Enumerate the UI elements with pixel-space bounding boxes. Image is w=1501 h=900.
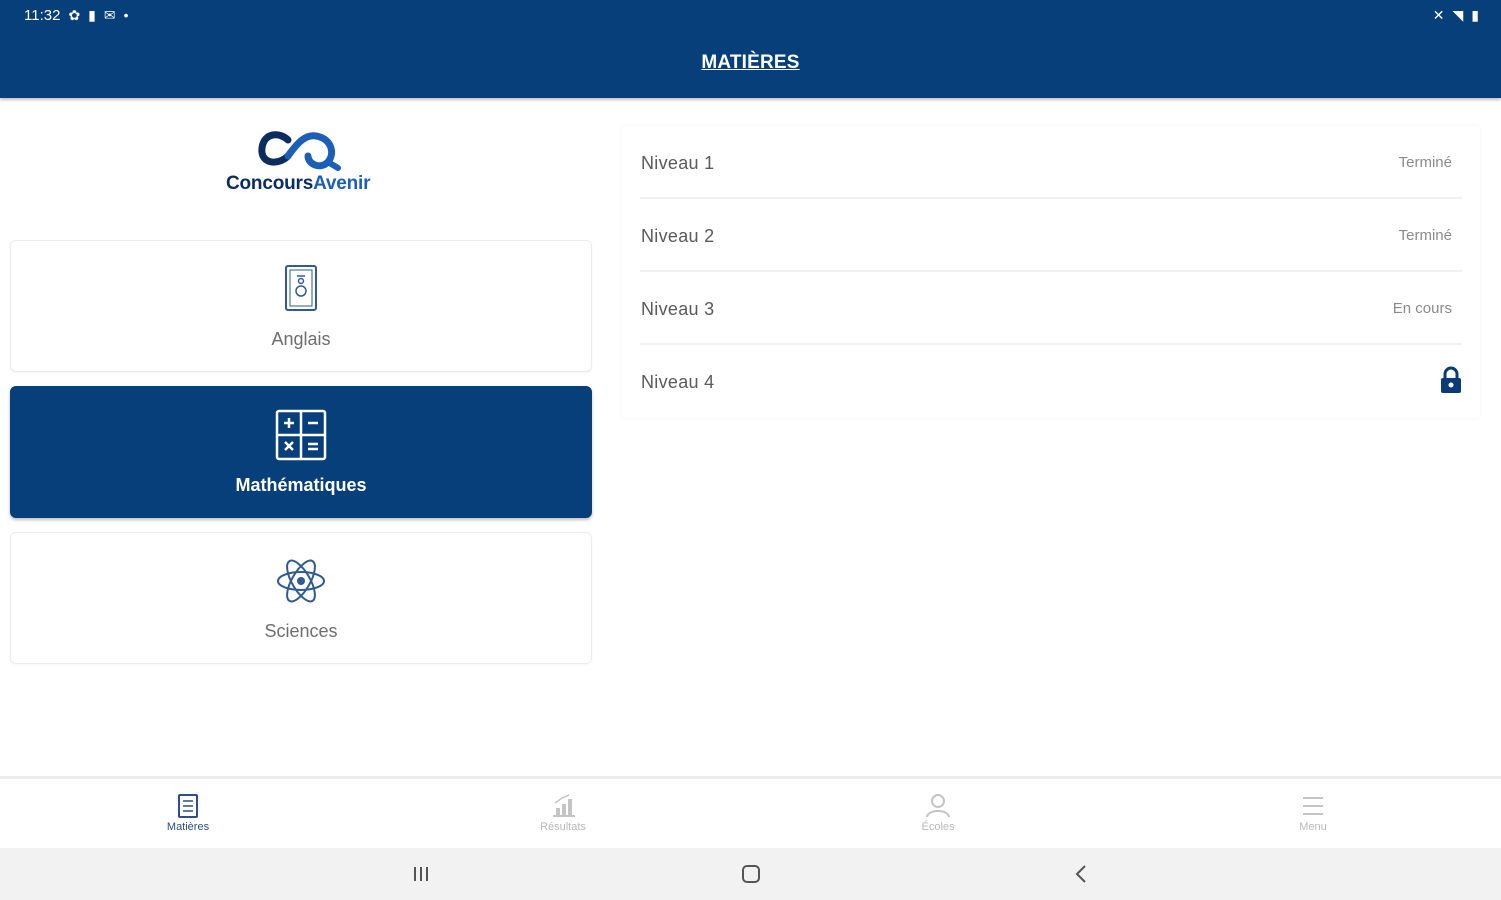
settings-icon: ✿	[68, 7, 81, 23]
lock-icon	[1441, 366, 1461, 393]
status-bar-left: 11:32 ✿ ▮ ✉ •	[24, 6, 129, 24]
subject-card-anglais[interactable]: Anglais	[10, 240, 592, 372]
level-status: Terminé	[1398, 227, 1452, 244]
nav-label: Matières	[166, 821, 210, 833]
profile-icon: ▮	[88, 7, 96, 23]
menu-icon	[1303, 797, 1323, 815]
level-row-1[interactable]: Niveau 1 Terminé	[622, 126, 1480, 199]
dot-icon: •	[123, 7, 129, 23]
book-icon	[285, 265, 317, 311]
home-icon[interactable]	[736, 860, 766, 888]
battery-icon: ▮	[1471, 7, 1479, 23]
logo: ConcoursAvenir	[222, 128, 382, 198]
mute-icon: ✕	[1432, 7, 1445, 23]
results-icon	[553, 794, 575, 817]
status-bar-right: ✕ ◥ ▮	[1433, 6, 1479, 24]
nav-item-menu[interactable]: Menu	[1233, 791, 1393, 841]
subject-card-mathematiques[interactable]: Mathématiques	[10, 386, 592, 518]
recent-apps-icon[interactable]	[406, 860, 436, 888]
calculator-icon	[275, 409, 327, 461]
subjects-panel: ConcoursAvenir Anglais Mathématiques Sci…	[0, 100, 602, 776]
status-bar: 11:32 ✿ ▮ ✉ • ✕ ◥ ▮	[0, 0, 1501, 30]
level-name: Niveau 3	[641, 299, 715, 319]
system-nav-bar	[0, 848, 1501, 900]
level-status: Terminé	[1398, 154, 1452, 171]
nav-label: Écoles	[921, 821, 955, 833]
subject-label-mathematiques: Mathématiques	[235, 475, 367, 495]
level-row-3[interactable]: Niveau 3 En cours	[622, 272, 1480, 345]
level-name: Niveau 1	[641, 153, 715, 173]
level-row-4[interactable]: Niveau 4	[622, 345, 1480, 418]
mail-icon: ✉	[103, 7, 116, 23]
status-time: 11:32	[24, 6, 61, 24]
logo-text: ConcoursAvenir	[226, 173, 371, 194]
bottom-nav: Matières Résultats Écoles Menu	[0, 776, 1501, 848]
nav-item-ecoles[interactable]: Écoles	[858, 791, 1018, 841]
nav-item-matieres[interactable]: Matières	[108, 791, 268, 841]
level-status: En cours	[1392, 300, 1452, 317]
back-icon[interactable]	[1066, 860, 1096, 888]
schools-icon	[926, 794, 950, 818]
nav-label: Menu	[1299, 821, 1327, 833]
nav-label: Résultats	[540, 821, 586, 833]
subject-card-sciences[interactable]: Sciences	[10, 532, 592, 664]
level-name: Niveau 4	[641, 372, 715, 392]
subject-label-anglais: Anglais	[271, 329, 331, 349]
wifi-icon: ◥	[1452, 7, 1464, 23]
level-row-2[interactable]: Niveau 2 Terminé	[622, 199, 1480, 272]
subjects-icon	[178, 794, 198, 818]
app-bar: MATIÈRES	[0, 30, 1501, 98]
page-title: MATIÈRES	[701, 52, 800, 73]
logo-mark-icon	[258, 131, 341, 171]
subject-label-sciences: Sciences	[264, 621, 338, 641]
atom-icon	[277, 559, 325, 603]
level-name: Niveau 2	[641, 226, 715, 246]
levels-list: Niveau 1 Terminé Niveau 2 Terminé Niveau…	[622, 126, 1480, 418]
nav-item-resultats[interactable]: Résultats	[483, 791, 643, 841]
